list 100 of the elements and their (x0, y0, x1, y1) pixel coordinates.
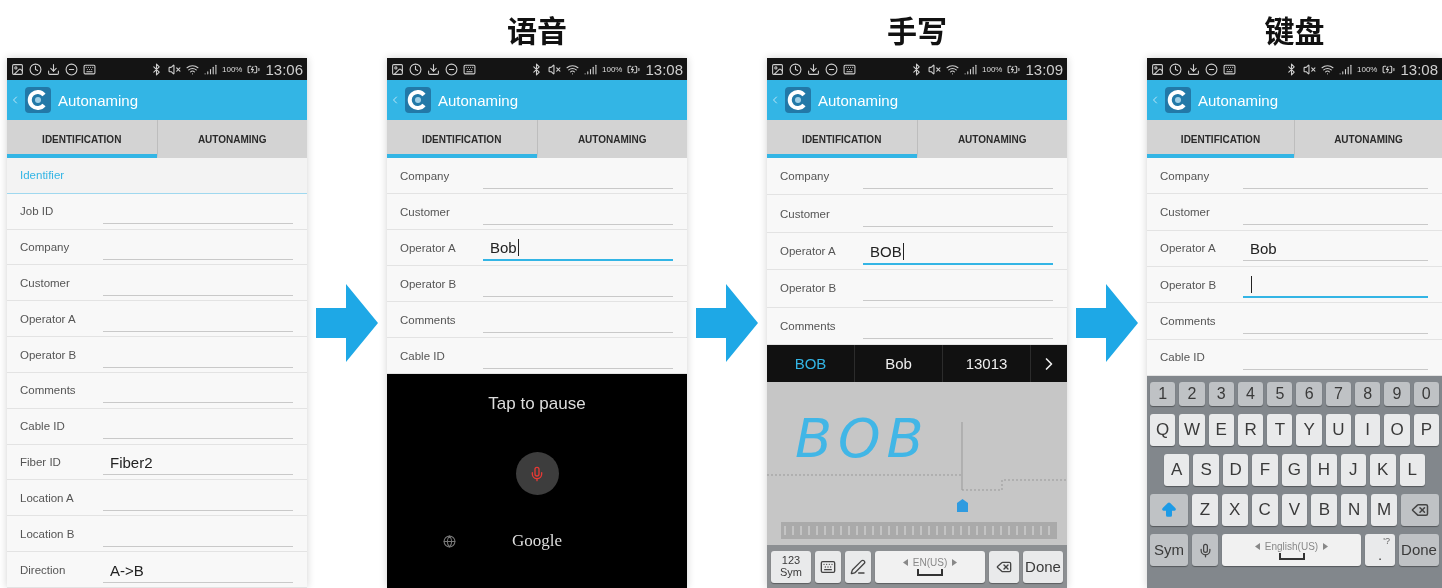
keyboard-key[interactable]: Y (1296, 414, 1322, 446)
field-label: Cable ID (399, 349, 446, 362)
keyboard-key[interactable]: U (1325, 414, 1352, 446)
app-logo-icon (405, 87, 431, 113)
keyboard-key[interactable]: K (1370, 454, 1396, 486)
shift-key[interactable] (1150, 494, 1188, 526)
keyboard-key[interactable]: 6 (1296, 382, 1322, 406)
keyboard-key[interactable]: 3 (1208, 382, 1234, 406)
field-label: Comments (779, 319, 837, 332)
keyboard-key[interactable]: C (1251, 494, 1278, 526)
keyboard-key[interactable]: 5 (1267, 382, 1293, 406)
keyboard-icon (1223, 62, 1236, 76)
keyboard-key[interactable]: H (1311, 454, 1337, 486)
input-field[interactable]: Bob (483, 234, 673, 261)
clock-icon (1169, 62, 1182, 76)
app-title: Autonaming (58, 91, 139, 109)
minus-circle-icon (65, 62, 78, 76)
field-label: Operator B (399, 277, 458, 290)
keyboard-key[interactable]: 2 (1179, 382, 1205, 406)
keyboard-key[interactable]: T (1267, 414, 1293, 446)
keyboard-key[interactable]: N (1341, 494, 1368, 526)
keyboard-key[interactable]: A (1164, 454, 1190, 486)
image-icon (1151, 62, 1164, 76)
input-field[interactable]: BOB (863, 237, 1053, 265)
keyboard-key[interactable]: L (1399, 454, 1425, 486)
keyboard-key[interactable]: M (1371, 494, 1397, 526)
keyboard-key[interactable]: B (1311, 494, 1338, 526)
keyboard-key[interactable]: 8 (1355, 382, 1381, 406)
text-cursor (902, 242, 904, 260)
wifi-icon (186, 62, 199, 76)
punctuation-key[interactable]: '? . (1365, 534, 1395, 566)
right-arrow-icon (1076, 284, 1138, 362)
app-logo-icon (1165, 87, 1191, 113)
keyboard-key[interactable]: F (1252, 454, 1278, 486)
voice-key[interactable] (1192, 534, 1218, 566)
field-label: Comments (1159, 314, 1217, 327)
mute-icon (168, 62, 181, 76)
app-title: Autonaming (1198, 91, 1279, 109)
mute-icon (1303, 62, 1316, 76)
right-arrow-icon (696, 284, 758, 362)
battery-percent: 100% (602, 64, 623, 74)
bluetooth-icon (910, 62, 923, 76)
cursor-handle-icon[interactable] (957, 499, 968, 512)
image-icon (771, 62, 784, 76)
keyboard-key[interactable]: P (1413, 414, 1439, 446)
field-label: Customer (19, 276, 71, 289)
text-cursor (1251, 276, 1252, 294)
left-caret-icon (1254, 542, 1260, 550)
keyboard-key[interactable]: 0 (1413, 382, 1439, 406)
keyboard-key[interactable]: O (1384, 414, 1410, 446)
mode-heading: 手写 (887, 7, 947, 51)
clock-time: 13:09 (1025, 60, 1063, 78)
pen-style-key[interactable] (845, 550, 871, 583)
signal-icon (1339, 62, 1352, 76)
keyboard-icon (463, 62, 476, 76)
mic-button[interactable] (515, 452, 559, 495)
keyboard-key[interactable]: J (1340, 454, 1367, 486)
keyboard-key[interactable]: E (1208, 414, 1234, 446)
app-title: Autonaming (818, 91, 899, 109)
keyboard-key[interactable]: I (1355, 414, 1381, 446)
keyboard-key[interactable]: 7 (1325, 382, 1352, 406)
mute-icon (548, 62, 561, 76)
field-label: Comments (399, 313, 457, 326)
keyboard-key[interactable]: W (1179, 414, 1205, 446)
symbols-key[interactable]: 123 Sym (771, 550, 811, 583)
keyboard-key[interactable]: 9 (1384, 382, 1410, 406)
minus-circle-icon (445, 62, 458, 76)
keyboard-key[interactable]: X (1221, 494, 1248, 526)
field-label: Operator B (1159, 278, 1218, 291)
backspace-key[interactable] (1401, 494, 1439, 526)
signal-icon (964, 62, 977, 76)
left-caret-icon (902, 559, 908, 566)
done-key[interactable]: Done (1023, 550, 1063, 583)
field-label: Company (399, 169, 451, 182)
keyboard-key[interactable]: 4 (1237, 382, 1264, 406)
input-field[interactable]: Bob (1243, 235, 1428, 262)
language-label: EN(US) (912, 557, 948, 568)
input-field[interactable]: A->B (103, 556, 293, 583)
globe-icon[interactable] (443, 534, 456, 548)
backspace-key[interactable] (989, 550, 1019, 583)
keyboard-key[interactable]: G (1281, 454, 1308, 486)
keyboard-key[interactable]: Q (1150, 414, 1176, 446)
symbols-key[interactable]: Sym (1150, 534, 1188, 566)
right-caret-icon (1323, 542, 1329, 550)
bluetooth-icon (530, 62, 543, 76)
keyboard-key[interactable]: S (1193, 454, 1219, 486)
bluetooth-icon (150, 62, 163, 76)
keyboard-key[interactable]: D (1222, 454, 1249, 486)
keyboard-key[interactable]: Z (1192, 494, 1218, 526)
download-icon (427, 62, 440, 76)
keyboard-mode-key[interactable] (815, 550, 841, 583)
mode-heading: 语音 (507, 7, 567, 51)
field-label: Job ID (19, 205, 55, 218)
done-key[interactable]: Done (1399, 534, 1439, 566)
field-label: Customer (1159, 206, 1211, 218)
keyboard-key[interactable]: R (1237, 414, 1264, 446)
field-label: Cable ID (19, 420, 66, 433)
keyboard-key[interactable]: V (1281, 494, 1308, 526)
input-field[interactable]: Fiber2 (103, 449, 293, 476)
keyboard-key[interactable]: 1 (1150, 382, 1176, 406)
